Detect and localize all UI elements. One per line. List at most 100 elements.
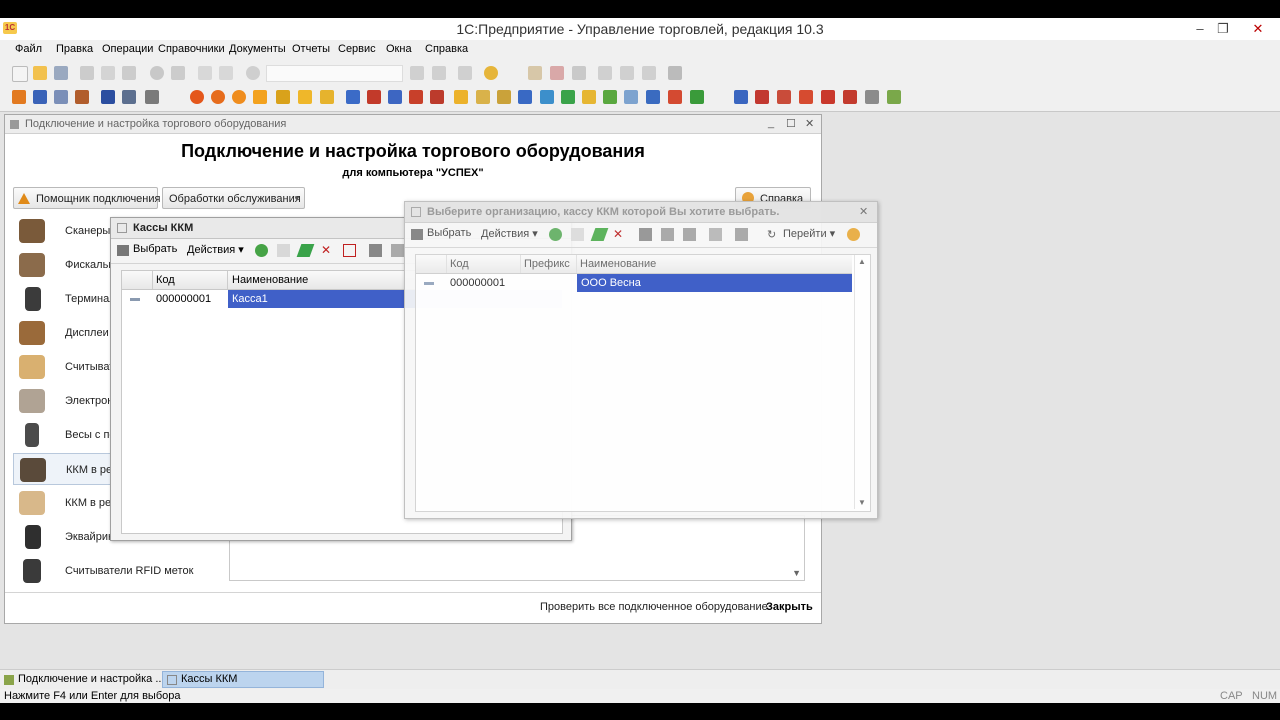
new-icon[interactable]	[12, 66, 28, 82]
select-actions-button[interactable]: Действия ▾	[481, 227, 538, 240]
add-icon[interactable]	[549, 228, 562, 241]
redo-icon[interactable]	[219, 66, 233, 80]
save-icon[interactable]	[54, 66, 68, 80]
copy-icon[interactable]	[101, 66, 115, 80]
menu-service[interactable]: Сервис	[338, 43, 376, 55]
return-icon[interactable]	[367, 90, 381, 104]
service-button[interactable]: Обработки обслуживания ▼	[162, 187, 305, 209]
select-col-name[interactable]: Наименование	[580, 258, 656, 270]
search-input[interactable]	[266, 65, 403, 82]
scroll-down-icon[interactable]: ▼	[858, 498, 866, 507]
restore-button[interactable]: ❐	[1208, 18, 1238, 40]
delete-icon[interactable]: ✕	[613, 227, 623, 241]
goto-button[interactable]: ↻ Перейти ▾	[767, 227, 835, 241]
add-icon[interactable]	[255, 244, 268, 257]
report2-icon[interactable]	[755, 90, 769, 104]
menu-documents[interactable]: Документы	[229, 43, 286, 55]
task-equipment[interactable]: Подключение и настройка ...	[2, 672, 165, 688]
undo-icon[interactable]	[198, 66, 212, 80]
move-icon[interactable]	[430, 90, 444, 104]
menu-catalogs[interactable]: Справочники	[158, 43, 225, 55]
tools-icon[interactable]	[668, 66, 682, 80]
price-icon[interactable]	[454, 90, 468, 104]
select-col-code[interactable]: Код	[450, 258, 469, 270]
kkm-col-code[interactable]: Код	[156, 274, 175, 286]
filter-icon[interactable]	[391, 244, 404, 257]
calendar-icon[interactable]	[550, 66, 564, 80]
find-next-icon[interactable]	[410, 66, 424, 80]
edit-row-icon[interactable]	[296, 244, 315, 257]
order2-icon[interactable]	[211, 90, 225, 104]
category-rfid[interactable]: Считыватели RFID меток	[13, 555, 223, 587]
registers-icon[interactable]	[54, 90, 68, 104]
form-maximize-button[interactable]: ☐	[786, 117, 796, 130]
order4-icon[interactable]	[253, 90, 267, 104]
order-icon[interactable]	[190, 90, 204, 104]
wizard-button[interactable]: Помощник подключения	[13, 187, 160, 209]
memory-plus-icon[interactable]	[620, 66, 634, 80]
kkm-select-button[interactable]: Выбрать	[117, 243, 177, 256]
receipt-icon[interactable]	[388, 90, 402, 104]
sales-icon[interactable]	[12, 90, 26, 104]
report8-icon[interactable]	[887, 90, 901, 104]
filter-set-icon[interactable]	[661, 228, 674, 241]
pay-icon[interactable]	[540, 90, 554, 104]
select-select-button[interactable]: Выбрать	[411, 227, 471, 240]
warehouse-icon[interactable]	[276, 90, 290, 104]
menu-help[interactable]: Справка	[425, 43, 468, 55]
find-prev-icon[interactable]	[432, 66, 446, 80]
close-form-button[interactable]: Закрыть	[766, 601, 813, 613]
report7-icon[interactable]	[865, 90, 879, 104]
table-icon[interactable]	[122, 90, 136, 104]
select-close-button[interactable]: ✕	[859, 205, 868, 218]
cashbook2-icon[interactable]	[646, 90, 660, 104]
cashbook3-icon[interactable]	[668, 90, 682, 104]
close-button[interactable]: ✕	[1243, 18, 1273, 40]
calculator-icon[interactable]	[528, 66, 542, 80]
price3-icon[interactable]	[497, 90, 511, 104]
price2-icon[interactable]	[476, 90, 490, 104]
pay3-icon[interactable]	[582, 90, 596, 104]
copy-row-icon[interactable]	[571, 228, 584, 241]
kkm-actions-button[interactable]: Действия ▾	[187, 243, 244, 256]
open-icon[interactable]	[33, 66, 47, 80]
cashbook-icon[interactable]	[624, 90, 638, 104]
window-icon[interactable]	[458, 66, 472, 80]
report-icon[interactable]	[734, 90, 748, 104]
documents-icon[interactable]	[33, 90, 47, 104]
menu-reports[interactable]: Отчеты	[292, 43, 330, 55]
invoice-icon[interactable]	[346, 90, 360, 104]
print-icon[interactable]	[150, 66, 164, 80]
cash-icon[interactable]	[75, 90, 89, 104]
find-icon[interactable]	[246, 66, 260, 80]
form-minimize-button[interactable]: _	[768, 117, 774, 129]
bank-icon[interactable]	[518, 90, 532, 104]
select-col-prefix[interactable]: Префикс	[524, 258, 570, 270]
scroll-down-icon[interactable]: ▼	[792, 568, 801, 578]
menu-edit[interactable]: Правка	[56, 43, 93, 55]
filter-icon[interactable]	[639, 228, 652, 241]
report6-icon[interactable]	[843, 90, 857, 104]
tree-icon[interactable]	[735, 228, 748, 241]
kkm-col-name[interactable]: Наименование	[232, 274, 308, 286]
report4-icon[interactable]	[799, 90, 813, 104]
money-icon[interactable]	[690, 90, 704, 104]
edit-row-icon[interactable]	[590, 228, 609, 241]
mark-delete-icon[interactable]	[343, 244, 356, 257]
cut-icon[interactable]	[80, 66, 94, 80]
check-all-link[interactable]: Проверить все подключенное оборудование	[540, 601, 768, 613]
preview-icon[interactable]	[171, 66, 185, 80]
copy-row-icon[interactable]	[277, 244, 290, 257]
writeoff-icon[interactable]	[409, 90, 423, 104]
memory-icon[interactable]	[598, 66, 612, 80]
menu-file[interactable]: Файл	[15, 43, 42, 55]
paste-icon[interactable]	[122, 66, 136, 80]
report3-icon[interactable]	[777, 90, 791, 104]
task-kkm[interactable]: Кассы ККМ	[162, 671, 324, 688]
delete-icon[interactable]: ✕	[321, 243, 331, 257]
pay2-icon[interactable]	[561, 90, 575, 104]
edit-icon[interactable]	[145, 90, 159, 104]
settings-icon[interactable]	[572, 66, 586, 80]
filter-list-icon[interactable]	[683, 228, 696, 241]
list-icon[interactable]	[369, 244, 382, 257]
